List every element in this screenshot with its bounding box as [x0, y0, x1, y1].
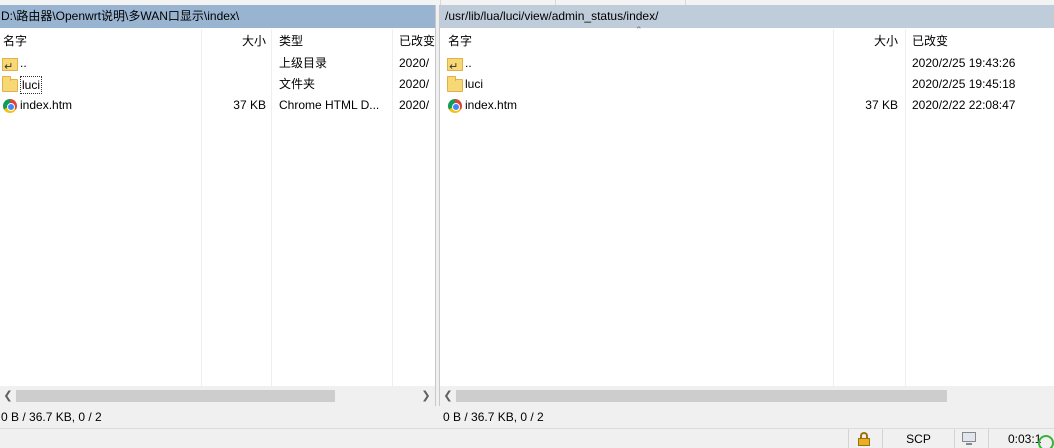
local-horizontal-scrollbar[interactable]: ❮ ❯ — [0, 386, 435, 406]
scroll-left-arrow-icon[interactable]: ❮ — [0, 386, 16, 406]
file-size — [203, 74, 266, 95]
file-changed: 2020/ — [399, 56, 430, 70]
computer-icon — [961, 432, 977, 446]
local-file-row[interactable]: luci 文件夹 2020/ — [0, 74, 435, 95]
remote-status-text: 0 B / 36.7 KB, 0 / 2 — [443, 410, 544, 424]
lock-icon — [857, 432, 871, 446]
local-column-type[interactable]: 类型 — [279, 30, 389, 52]
remote-file-row[interactable]: index.htm 37 KB 2020/2/22 22:08:47 — [440, 95, 1054, 116]
session-time: 0:03:1 — [1008, 432, 1042, 446]
file-size: 37 KB — [865, 98, 898, 112]
protocol-label: SCP — [882, 429, 954, 448]
local-file-panel: D:\路由器\Openwrt说明\多WAN口显示\index\ 名字 大小 类型… — [0, 5, 435, 406]
file-size — [838, 53, 898, 74]
remote-horizontal-scrollbar[interactable]: ❮ — [440, 386, 1054, 406]
remote-file-panel: /usr/lib/lua/luci/view/admin_status/inde… — [440, 5, 1054, 406]
chrome-icon — [448, 98, 462, 113]
file-size: 37 KB — [233, 98, 266, 112]
remote-column-changed[interactable]: 已改变 — [912, 30, 1052, 52]
bottom-status-bar: SCP 0:03:1 — [0, 428, 1054, 448]
file-changed: 2020/2/25 19:45:18 — [912, 77, 1016, 91]
scroll-thumb[interactable] — [16, 390, 335, 402]
folder-icon — [2, 76, 18, 92]
folder-icon — [447, 76, 463, 92]
remote-column-size[interactable]: 大小 — [838, 30, 898, 52]
file-name: .. — [20, 56, 27, 70]
file-type: Chrome HTML D... — [279, 98, 380, 112]
file-size — [203, 53, 266, 74]
session-timer: 0:03:1 — [988, 429, 1054, 448]
file-type: 上级目录 — [279, 56, 328, 70]
file-name: luci — [465, 77, 484, 91]
local-status-text: 0 B / 36.7 KB, 0 / 2 — [1, 410, 102, 424]
scroll-thumb[interactable] — [456, 390, 947, 402]
file-size — [838, 74, 898, 95]
file-name: .. — [465, 56, 472, 70]
clock-icon — [1038, 435, 1054, 448]
scroll-left-arrow-icon[interactable]: ❮ — [440, 386, 456, 406]
remote-column-name[interactable]: 名字 — [448, 30, 828, 52]
remote-path-bar[interactable]: /usr/lib/lua/luci/view/admin_status/inde… — [440, 5, 1054, 28]
remote-file-row[interactable]: .. 2020/2/25 19:43:26 — [440, 53, 1054, 74]
local-column-size[interactable]: 大小 — [203, 30, 266, 52]
remote-file-row[interactable]: luci 2020/2/25 19:45:18 — [440, 74, 1054, 95]
local-column-name[interactable]: 名字 — [3, 30, 198, 52]
file-type: 文件夹 — [279, 77, 316, 91]
encryption-status[interactable] — [848, 429, 882, 448]
file-changed: 2020/ — [399, 77, 430, 91]
up-folder-icon — [2, 57, 18, 74]
scroll-right-arrow-icon[interactable]: ❯ — [418, 386, 434, 406]
file-changed: 2020/2/25 19:43:26 — [912, 56, 1016, 70]
connection-status[interactable] — [954, 429, 988, 448]
local-path-bar[interactable]: D:\路由器\Openwrt说明\多WAN口显示\index\ — [0, 5, 435, 28]
local-file-row[interactable]: index.htm 37 KB Chrome HTML D... 2020/ — [0, 95, 435, 116]
file-changed: 2020/2/22 22:08:47 — [912, 98, 1016, 112]
file-name: luci — [20, 75, 43, 94]
file-changed: 2020/ — [399, 98, 430, 112]
chrome-icon — [3, 98, 17, 113]
local-file-row[interactable]: .. 上级目录 2020/ — [0, 53, 435, 74]
local-column-changed[interactable]: 已改变 — [399, 30, 435, 52]
file-name: index.htm — [20, 98, 73, 112]
up-folder-icon — [447, 57, 463, 74]
file-name: index.htm — [465, 98, 518, 112]
